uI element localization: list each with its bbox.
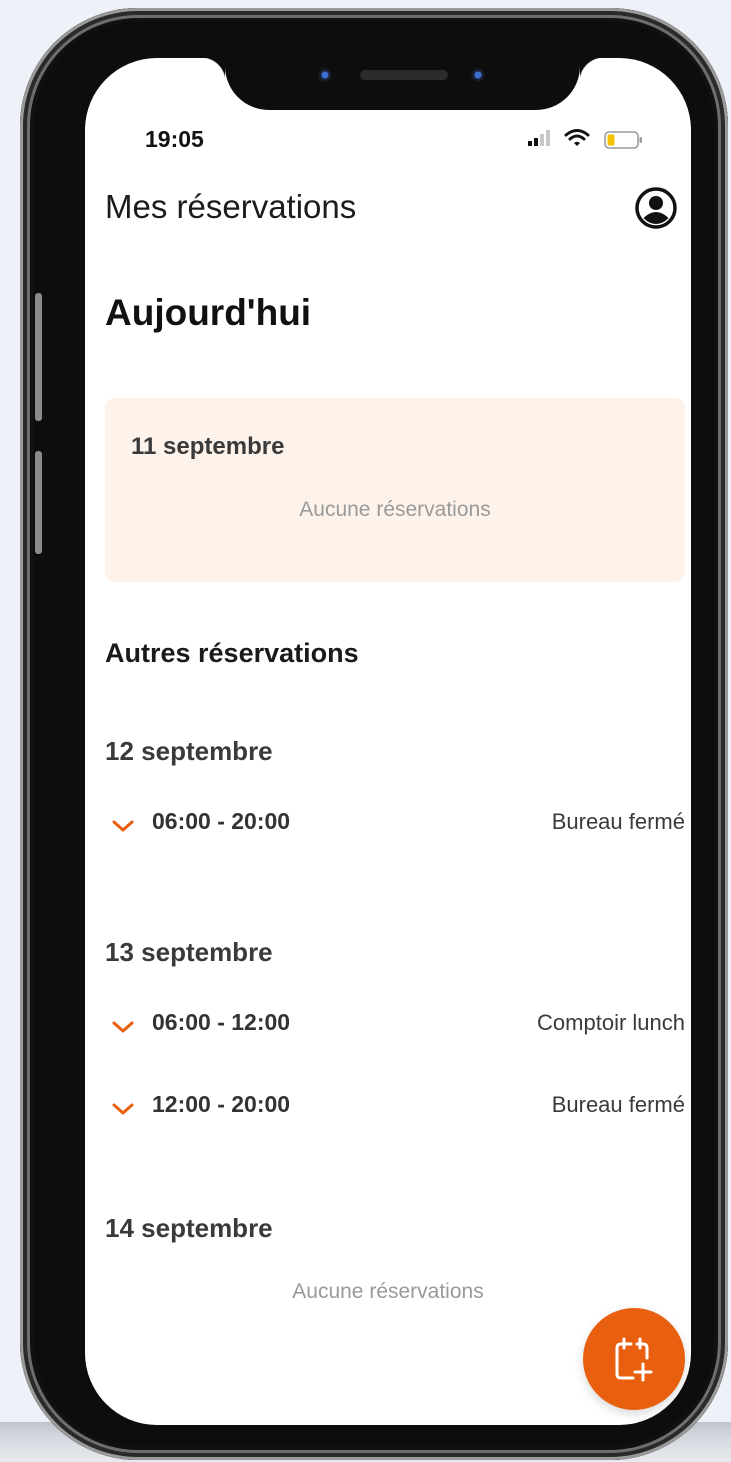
front-sensor [471,68,485,82]
profile-circle-icon[interactable] [634,186,678,230]
slot-place: Comptoir lunch [537,1010,685,1035]
battery-icon [604,131,642,149]
volume-down-button [35,451,42,554]
day-empty-text: Aucune réservations [292,1280,484,1303]
slot-place: Bureau fermé [551,1092,685,1117]
status-icons [528,128,668,150]
slot-place: Bureau fermé [551,809,685,834]
chevron-down-icon[interactable] [112,820,134,833]
date-heading-12: 12 septembre [105,736,273,766]
app-screen: 19:05 Mes réservations Aujourd'hui 11 se… [85,58,691,1425]
today-empty-text: Aucune réservations [299,498,491,521]
signal-icon [528,130,550,146]
date-heading-13: 13 septembre [105,937,273,967]
slot-time: 12:00 - 20:00 [152,1091,291,1117]
calendar-add-icon [615,1337,653,1382]
today-card: 11 septembre Aucune réservations [105,398,685,582]
status-time: 19:05 [145,126,204,152]
earpiece-speaker [360,70,448,80]
volume-up-button [35,293,42,421]
chevron-down-icon[interactable] [112,1021,134,1034]
front-camera [318,68,332,82]
other-reservations-heading: Autres réservations [105,638,359,668]
slot-time: 06:00 - 20:00 [152,808,291,834]
chevron-down-icon[interactable] [112,1103,134,1116]
today-date: 11 septembre [131,433,285,460]
add-reservation-button[interactable] [583,1308,685,1410]
slot-time: 06:00 - 12:00 [152,1009,291,1035]
reservation-slot[interactable]: 12:00 - 20:00 Bureau fermé [105,1089,685,1123]
date-heading-14: 14 septembre [105,1213,273,1243]
today-heading: Aujourd'hui [105,292,312,333]
wifi-icon [564,129,590,146]
page-title: Mes réservations [105,188,357,225]
phone-notch [201,58,604,110]
reservation-slot[interactable]: 06:00 - 20:00 Bureau fermé [105,806,685,840]
reservation-slot[interactable]: 06:00 - 12:00 Comptoir lunch [105,1007,685,1041]
phone-frame: 19:05 Mes réservations Aujourd'hui 11 se… [20,8,728,1460]
